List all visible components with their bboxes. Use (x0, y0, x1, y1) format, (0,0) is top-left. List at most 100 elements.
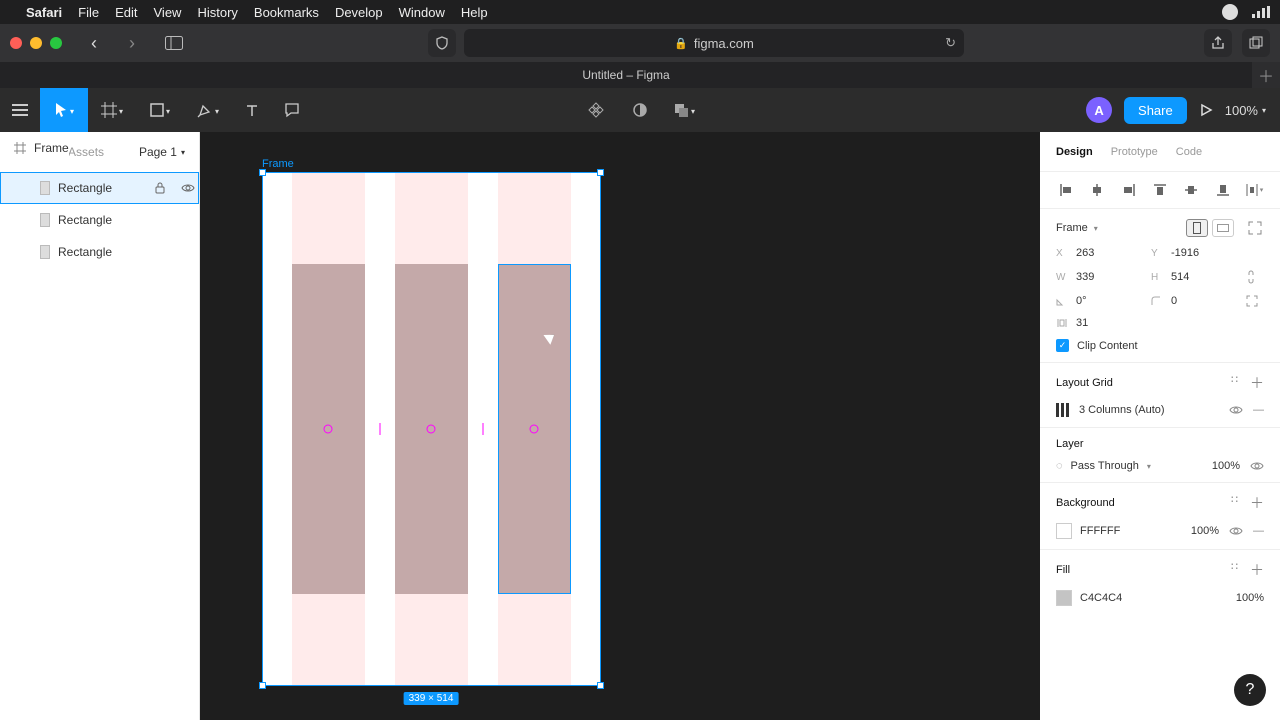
add-background-button[interactable]: ＋ (1250, 493, 1264, 513)
pen-tool[interactable]: ▾ (184, 88, 232, 132)
h-input[interactable]: 514 (1171, 271, 1240, 283)
remove-layout-grid-button[interactable]: — (1253, 404, 1264, 416)
align-vcenter-button[interactable] (1181, 180, 1201, 200)
orientation-landscape-button[interactable] (1212, 219, 1234, 237)
comment-tool[interactable] (272, 88, 312, 132)
layout-grid-title: Layout Grid (1056, 377, 1113, 389)
main-menu-button[interactable] (0, 88, 40, 132)
menu-view[interactable]: View (154, 5, 182, 20)
back-button[interactable]: ‹ (80, 29, 108, 57)
sidebar-toggle-button[interactable] (160, 29, 188, 57)
frame-type-label[interactable]: Frame (1056, 222, 1088, 234)
canvas[interactable]: Frame (200, 132, 1040, 720)
url-bar[interactable]: 🔒 figma.com ↻ (464, 29, 964, 57)
background-styles-button[interactable]: ∷ (1231, 493, 1240, 513)
layer-rectangle-1[interactable]: Rectangle (0, 172, 199, 204)
layout-grid-settings-button[interactable]: ∷ (1231, 373, 1240, 393)
user-avatar[interactable]: A (1086, 97, 1112, 123)
layout-grid-visibility-button[interactable] (1229, 405, 1243, 415)
menu-help[interactable]: Help (461, 5, 488, 20)
visibility-icon[interactable] (181, 183, 199, 193)
resize-handle[interactable] (597, 682, 604, 689)
reload-button[interactable]: ↻ (945, 35, 956, 51)
resize-handle[interactable] (259, 169, 266, 176)
orientation-portrait-button[interactable] (1186, 219, 1208, 237)
frame-selection (262, 172, 601, 686)
y-input[interactable]: -1916 (1171, 247, 1240, 259)
align-left-button[interactable] (1056, 180, 1076, 200)
menu-file[interactable]: File (78, 5, 99, 20)
menu-develop[interactable]: Develop (335, 5, 383, 20)
w-input[interactable]: 339 (1076, 271, 1145, 283)
new-tab-button[interactable]: ＋ (1252, 63, 1280, 87)
component-tool[interactable] (579, 93, 613, 127)
layer-visibility-button[interactable] (1250, 461, 1264, 471)
fill-styles-button[interactable]: ∷ (1231, 560, 1240, 580)
window-close-button[interactable] (10, 37, 22, 49)
background-hex-input[interactable]: FFFFFF (1080, 525, 1120, 537)
fill-swatch[interactable] (1056, 590, 1072, 606)
layer-rectangle-2[interactable]: Rectangle (0, 204, 199, 236)
help-button[interactable]: ? (1234, 674, 1266, 706)
lock-icon[interactable] (155, 182, 173, 194)
x-input[interactable]: 263 (1076, 247, 1145, 259)
align-bottom-button[interactable] (1213, 180, 1233, 200)
layer-opacity-input[interactable]: 100% (1212, 460, 1240, 472)
text-tool[interactable] (232, 88, 272, 132)
tabs-overview-button[interactable] (1242, 29, 1270, 57)
page-selector[interactable]: Page 1 ▾ (139, 145, 185, 159)
distribute-button[interactable]: ▾ (1244, 180, 1264, 200)
clip-content-checkbox[interactable]: ✓ (1056, 339, 1069, 352)
chevron-down-icon: ▾ (70, 107, 74, 116)
fill-opacity-input[interactable]: 100% (1236, 592, 1264, 604)
resize-handle[interactable] (259, 682, 266, 689)
present-button[interactable] (1199, 103, 1213, 117)
status-account-icon[interactable] (1222, 4, 1238, 20)
background-opacity-input[interactable]: 100% (1191, 525, 1219, 537)
layer-rectangle-3[interactable]: Rectangle (0, 236, 199, 268)
remove-background-button[interactable]: — (1253, 525, 1264, 537)
background-swatch[interactable] (1056, 523, 1072, 539)
zoom-menu[interactable]: 100% ▾ (1225, 103, 1266, 118)
tab-prototype[interactable]: Prototype (1111, 146, 1158, 158)
radius-input[interactable]: 0 (1171, 295, 1240, 307)
add-fill-button[interactable]: ＋ (1250, 560, 1264, 580)
add-layout-grid-button[interactable]: ＋ (1250, 373, 1264, 393)
boolean-tool[interactable]: ▾ (667, 93, 701, 127)
app-menu[interactable]: Safari (26, 5, 62, 20)
frame-name-label[interactable]: Frame (262, 158, 294, 170)
status-control-icon[interactable] (1252, 6, 1270, 18)
chevron-down-icon: ▾ (1147, 462, 1151, 471)
align-right-button[interactable] (1119, 180, 1139, 200)
menu-window[interactable]: Window (399, 5, 445, 20)
shape-tool[interactable]: ▾ (136, 88, 184, 132)
move-tool[interactable]: ▾ (40, 88, 88, 132)
mask-tool[interactable] (623, 93, 657, 127)
fill-hex-input[interactable]: C4C4C4 (1080, 592, 1122, 604)
resize-to-fit-button[interactable] (1246, 219, 1264, 237)
gap-input[interactable]: 31 (1076, 317, 1145, 329)
window-zoom-button[interactable] (50, 37, 62, 49)
menu-bookmarks[interactable]: Bookmarks (254, 5, 319, 20)
menu-edit[interactable]: Edit (115, 5, 137, 20)
constrain-proportions-button[interactable] (1246, 269, 1264, 285)
tab-design[interactable]: Design (1056, 146, 1093, 158)
privacy-report-button[interactable] (428, 29, 456, 57)
share-page-button[interactable] (1204, 29, 1232, 57)
align-hcenter-button[interactable] (1087, 180, 1107, 200)
tab-code[interactable]: Code (1176, 146, 1202, 158)
independent-corners-button[interactable] (1246, 295, 1264, 307)
layout-grid-value[interactable]: 3 Columns (Auto) (1079, 404, 1165, 416)
blend-mode-select[interactable]: Pass Through (1071, 460, 1139, 472)
rotation-input[interactable]: 0° (1076, 295, 1145, 307)
frame-tool[interactable]: ▾ (88, 88, 136, 132)
window-minimize-button[interactable] (30, 37, 42, 49)
background-visibility-button[interactable] (1229, 526, 1243, 536)
layer-frame[interactable]: Frame (0, 132, 69, 164)
browser-tab[interactable]: Untitled – Figma (0, 62, 1252, 88)
share-button[interactable]: Share (1124, 97, 1187, 124)
align-top-button[interactable] (1150, 180, 1170, 200)
tab-assets[interactable]: Assets (68, 145, 104, 159)
resize-handle[interactable] (597, 169, 604, 176)
menu-history[interactable]: History (197, 5, 237, 20)
